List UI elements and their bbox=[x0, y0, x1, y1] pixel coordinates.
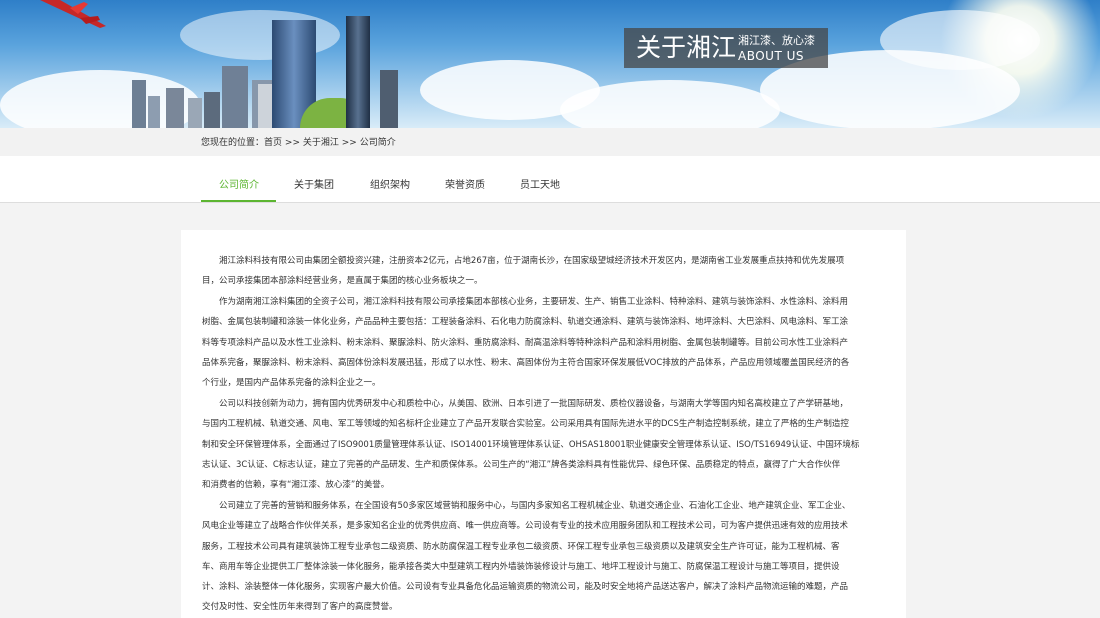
tab-honors[interactable]: 荣誉资质 bbox=[445, 178, 485, 194]
building bbox=[132, 80, 146, 128]
text-line: 计、涂料、涂装整体一体化服务，实现客户最大价值。公司设有专业具备危化品运输资质的… bbox=[202, 582, 849, 593]
building bbox=[346, 16, 370, 128]
text-line: 车、商用车等企业提供工厂整体涂装一体化服务，能承接各类大中型建筑工程内外墙装饰装… bbox=[202, 561, 840, 572]
text-line: 和消费者的信赖，享有“湘江漆、放心漆”的美誉。 bbox=[202, 480, 390, 491]
breadcrumb-strip bbox=[0, 128, 1100, 156]
paragraph-marketing: 公司建立了完善的营销和服务体系，在全国设有50多家区域营销和服务中心，与国内多家… bbox=[202, 496, 882, 618]
paragraph-intro: 湘江涂料科技有限公司由集团全额投资兴建，注册资本2亿元，占地267亩，位于湖南长… bbox=[202, 251, 882, 292]
banner-subtitle: 湘江漆、放心漆 ABOUT US bbox=[738, 34, 815, 64]
banner-title: 关于湘江 bbox=[636, 33, 737, 62]
tab-staff[interactable]: 员工天地 bbox=[520, 178, 560, 194]
text-line: 与国内工程机械、轨道交通、风电、军工等领域的知名标杆企业建立了产品开发联合实验室… bbox=[202, 419, 849, 430]
building bbox=[222, 66, 248, 128]
breadcrumb-separator: >> bbox=[284, 138, 300, 148]
building bbox=[148, 96, 160, 128]
banner: 关于湘江 湘江漆、放心漆 ABOUT US bbox=[0, 0, 1100, 128]
text-line: 公司建立了完善的营销和服务体系，在全国设有50多家区域营销和服务中心，与国内多家… bbox=[202, 501, 851, 511]
text-line: 风电企业等建立了战略合作伙伴关系，是多家知名企业的优秀供应商、唯一供应商等。公司… bbox=[202, 521, 849, 532]
text-line: 品体系完备，聚脲涂料、粉末涂料、高固体份涂料发展迅猛，形成了以水性、粉末、高固体… bbox=[202, 357, 850, 368]
tab-company-profile[interactable]: 公司简介 bbox=[219, 178, 259, 194]
text-line: 料等专项涂料产品以及水性工业涂料、粉末涂料、聚脲涂料、防火涂料、重防腐涂料、耐高… bbox=[202, 337, 849, 348]
text-line: 交付及时性、安全性历年来得到了客户的高度赞誉。 bbox=[202, 602, 398, 613]
tab-organization[interactable]: 组织架构 bbox=[370, 178, 410, 194]
text-line: 志认证、3C认证、C标志认证，建立了完善的产品研发、生产和质保体系。公司生产的“… bbox=[202, 459, 841, 470]
cloud bbox=[180, 10, 340, 60]
plane-icon bbox=[40, 0, 106, 28]
active-tab-underline bbox=[201, 200, 276, 202]
breadcrumb-separator: >> bbox=[341, 138, 357, 148]
text-line: 制和安全环保管理体系，全面通过了ISO9001质量管理体系认证、ISO14001… bbox=[202, 439, 860, 450]
text-line: 作为湖南湘江涂料集团的全资子公司，湘江涂料科技有限公司承接集团本部核心业务，主要… bbox=[202, 297, 849, 307]
banner-subtitle-en: ABOUT US bbox=[738, 49, 805, 63]
building bbox=[380, 70, 398, 128]
text-line: 个行业，是国内产品体系完备的涂料企业之一。 bbox=[202, 378, 381, 389]
building bbox=[204, 92, 220, 128]
banner-subtitle-cn: 湘江漆、放心漆 bbox=[738, 34, 815, 47]
breadcrumb-current: 公司简介 bbox=[359, 138, 396, 148]
text-line: 湘江涂料科技有限公司由集团全额投资兴建，注册资本2亿元，占地267亩，位于湖南长… bbox=[202, 256, 845, 266]
tab-about-group[interactable]: 关于集团 bbox=[294, 178, 334, 194]
building bbox=[188, 98, 202, 128]
paragraph-technology: 公司以科技创新为动力，拥有国内优秀研发中心和质检中心，从美国、欧洲、日本引进了一… bbox=[202, 394, 882, 495]
breadcrumb: 您现在的位置：首页 >> 关于湘江 >> 公司简介 bbox=[201, 136, 396, 150]
breadcrumb-home-link[interactable]: 首页 bbox=[264, 138, 282, 148]
text-line: 服务，工程技术公司具有建筑装饰工程专业承包二级资质、防水防腐保温工程专业承包二级… bbox=[202, 541, 840, 552]
text-line: 树脂、金属包装制罐和涂装一体化业务，产品品种主要包括：工程装备涂料、石化电力防腐… bbox=[202, 317, 849, 328]
building bbox=[166, 88, 184, 128]
breadcrumb-about-link[interactable]: 关于湘江 bbox=[303, 138, 339, 148]
text-line: 公司以科技创新为动力，拥有国内优秀研发中心和质检中心，从美国、欧洲、日本引进了一… bbox=[202, 399, 849, 409]
breadcrumb-prefix: 您现在的位置： bbox=[201, 138, 265, 148]
paragraph-business: 作为湖南湘江涂料集团的全资子公司，湘江涂料科技有限公司承接集团本部核心业务，主要… bbox=[202, 292, 882, 393]
text-line: 目，公司承接集团本部涂料经营业务，是直属于集团的核心业务板块之一。 bbox=[202, 276, 483, 287]
cloud bbox=[880, 10, 1040, 70]
